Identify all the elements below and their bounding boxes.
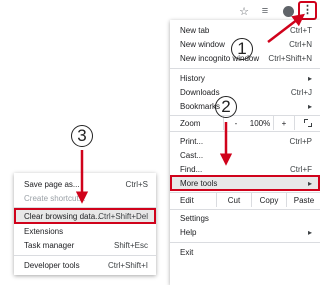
menu-item-zoom: Zoom - 100% + [170,116,320,130]
menu-item-label: New tab [180,25,210,35]
paste-label: Paste [293,195,315,205]
menu-item-shortcut: Ctrl+S [125,179,148,189]
menu-item-label: Developer tools [24,260,80,270]
menu-item-label: Print... [180,136,204,146]
kebab-glyph: ⋮ [302,4,313,16]
fullscreen-icon [304,119,312,127]
submenu-item-create-shortcut: Create shortcut... [14,191,156,205]
menu-item-label: Downloads [180,87,220,97]
menu-item-settings[interactable]: Settings [170,211,320,225]
menu-item-label: Create shortcut... [24,193,86,203]
menu-item-label: Edit [180,195,194,205]
menu-item-help[interactable]: Help ▸ [170,225,320,239]
submenu-arrow-icon: ▸ [307,227,312,237]
menu-item-label: Save page as... [24,179,80,189]
menu-item-label: Extensions [24,226,64,236]
step-1-badge: 1 [231,38,253,60]
reading-list-icon[interactable]: ≡ [257,3,273,19]
menu-item-label: Bookmarks [180,101,221,111]
menu-item-exit[interactable]: Exit [170,245,320,259]
step-number: 3 [77,126,87,145]
zoom-in-label: + [281,118,287,128]
menu-item-history[interactable]: History ▸ [170,71,320,85]
menu-item-edit: Edit Cut Copy Paste [170,193,320,207]
zoom-level: 100% [249,118,271,128]
menu-item-shortcut: Shift+Esc [113,240,148,250]
more-tools-highlight-box [170,175,320,191]
menu-item-new-tab[interactable]: New tab Ctrl+T [170,23,320,37]
zoom-out-label: - [234,118,238,128]
chrome-main-menu: New tab Ctrl+T New window Ctrl+N New inc… [170,20,320,285]
menu-item-label: History [180,73,205,83]
menu-item-shortcut: Ctrl+F [290,164,312,174]
cut-button[interactable]: Cut [216,193,251,207]
zoom-out-button[interactable]: - [223,116,248,130]
menu-item-label: Find... [180,164,203,174]
menu-item-shortcut: Ctrl+P [289,136,312,146]
menu-divider [170,209,320,210]
menu-item-shortcut: Ctrl+T [290,25,312,35]
menu-item-shortcut: Ctrl+Shift+I [107,260,148,270]
submenu-item-task-manager[interactable]: Task manager Shift+Esc [14,238,156,252]
submenu-item-developer-tools[interactable]: Developer tools Ctrl+Shift+I [14,258,156,272]
submenu-item-save-page[interactable]: Save page as... Ctrl+S [14,177,156,191]
step-3-badge: 3 [71,125,93,147]
menu-item-cast[interactable]: Cast... [170,148,320,162]
copy-label: Copy [259,195,279,205]
submenu-arrow-icon: ▸ [307,73,312,83]
menu-item-label: Task manager [24,240,75,250]
submenu-item-extensions[interactable]: Extensions [14,224,156,238]
zoom-in-button[interactable]: + [273,116,294,130]
menu-item-shortcut: Ctrl+N [289,39,312,49]
menu-item-label: Settings [180,213,209,223]
submenu-arrow-icon: ▸ [307,101,312,111]
menu-item-find[interactable]: Find... Ctrl+F [170,162,320,176]
step-2-badge: 2 [215,96,237,118]
menu-item-print[interactable]: Print... Ctrl+P [170,134,320,148]
clear-browsing-highlight-box [14,208,156,224]
star-icon[interactable]: ☆ [236,3,252,19]
menu-divider [170,242,320,243]
kebab-menu-icon[interactable]: ⋮ [298,1,317,20]
cut-label: Cut [227,195,241,205]
profile-icon[interactable] [283,6,294,17]
copy-button[interactable]: Copy [251,193,286,207]
menu-divider [170,68,320,69]
fullscreen-button[interactable] [294,116,320,130]
more-tools-submenu: Save page as... Ctrl+S Create shortcut..… [14,173,156,275]
menu-item-label: New window [180,39,225,49]
menu-divider [14,255,156,256]
menu-item-label: Exit [180,247,194,257]
step-number: 2 [221,97,231,116]
menu-item-label: Cast... [180,150,204,160]
menu-item-label: Zoom [180,118,201,128]
menu-item-shortcut: Ctrl+Shift+N [268,53,312,63]
paste-button[interactable]: Paste [286,193,320,207]
menu-item-downloads[interactable]: Downloads Ctrl+J [170,85,320,99]
menu-divider [170,131,320,132]
menu-item-shortcut: Ctrl+J [290,87,312,97]
menu-item-label: Help [180,227,197,237]
browser-toolbar: ☆ ≡ ⋮ [0,0,320,22]
menu-item-bookmarks[interactable]: Bookmarks ▸ [170,99,320,113]
step-number: 1 [237,39,247,58]
